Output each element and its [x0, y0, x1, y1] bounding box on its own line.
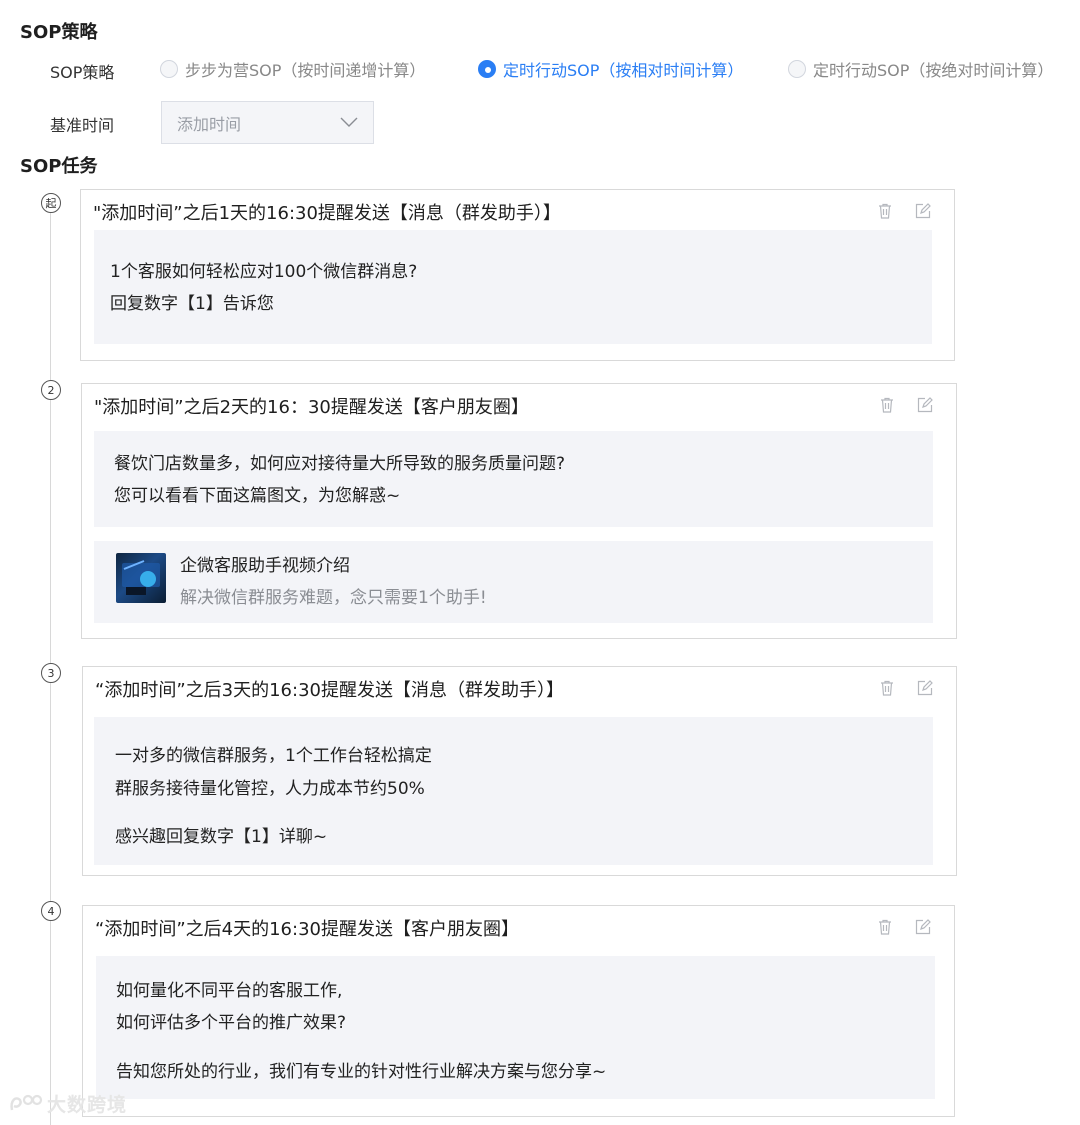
link-title: 企微客服助手视频介绍	[180, 556, 350, 576]
strategy-option-absolute[interactable]: 定时行动SOP（按绝对时间计算）	[788, 57, 1053, 81]
link-card[interactable]: 企微客服助手视频介绍 解决微信群服务难题，念只需要1个助手!	[94, 541, 933, 623]
message-box: 1个客服如何轻松应对100个微信群消息? 回复数字【1】告诉您	[94, 230, 932, 344]
task-card: “添加时间”之后4天的16:30提醒发送【客户朋友圈】 如何量化不同平台的客服工…	[82, 905, 955, 1117]
strategy-label: SOP策略	[50, 63, 115, 82]
message-box: 一对多的微信群服务，1个工作台轻松搞定 群服务接待量化管控，人力成本节约50% …	[94, 717, 933, 865]
step-number: 3	[41, 663, 61, 683]
radio-checked-icon[interactable]	[478, 60, 496, 78]
strategy-option-incremental[interactable]: 步步为营SOP（按时间递增计算）	[160, 57, 425, 81]
task-card: "添加时间”之后2天的16：30提醒发送【客户朋友圈】 餐饮门店数量多，如何应对…	[81, 383, 957, 639]
strategy-option-relative[interactable]: 定时行动SOP（按相对时间计算）	[478, 57, 743, 81]
watermark-text: 大数跨境	[47, 1094, 128, 1116]
edit-icon[interactable]	[914, 202, 932, 220]
base-time-value: 添加时间	[177, 114, 242, 134]
trash-icon[interactable]	[876, 202, 894, 220]
edit-icon[interactable]	[916, 396, 934, 414]
task-title: "添加时间”之后1天的16:30提醒发送【消息（群发助手）】	[93, 203, 561, 224]
link-description: 解决微信群服务难题，念只需要1个助手!	[180, 588, 487, 608]
trash-icon[interactable]	[876, 918, 894, 936]
step-number: 4	[41, 901, 61, 921]
strategy-option-label: 定时行动SOP（按相对时间计算）	[503, 61, 744, 80]
tasks-section-title: SOP任务	[20, 156, 98, 177]
trash-icon[interactable]	[878, 679, 896, 697]
radio-icon[interactable]	[788, 60, 806, 78]
radio-icon[interactable]	[160, 60, 178, 78]
strategy-section-title: SOP策略	[20, 22, 98, 43]
message-line: 餐饮门店数量多，如何应对接待量大所导致的服务质量问题?	[114, 454, 566, 474]
trash-icon[interactable]	[878, 396, 896, 414]
message-line: 如何评估多个平台的推广效果?	[116, 1013, 347, 1033]
message-box: 餐饮门店数量多，如何应对接待量大所导致的服务质量问题? 您可以看看下面这篇图文，…	[94, 431, 933, 527]
task-title: “添加时间”之后4天的16:30提醒发送【客户朋友圈】	[95, 919, 519, 940]
task-title: “添加时间”之后3天的16:30提醒发送【消息（群发助手）】	[95, 680, 564, 701]
message-line: 一对多的微信群服务，1个工作台轻松搞定	[115, 746, 432, 766]
base-time-label: 基准时间	[50, 116, 115, 135]
link-thumbnail-image	[116, 553, 166, 603]
step-number: 2	[41, 380, 61, 400]
base-time-select[interactable]: 添加时间	[161, 101, 374, 144]
watermark-logo-icon	[10, 1094, 43, 1110]
task-card: "添加时间”之后1天的16:30提醒发送【消息（群发助手）】 1个客服如何轻松应…	[80, 189, 955, 361]
step-number: 起	[41, 193, 61, 213]
strategy-option-label: 定时行动SOP（按绝对时间计算）	[813, 61, 1054, 80]
edit-icon[interactable]	[916, 679, 934, 697]
message-line: 回复数字【1】告诉您	[110, 294, 274, 314]
message-box: 如何量化不同平台的客服工作, 如何评估多个平台的推广效果? 告知您所处的行业，我…	[96, 956, 935, 1099]
message-line: 群服务接待量化管控，人力成本节约50%	[115, 779, 425, 799]
task-title: "添加时间”之后2天的16：30提醒发送【客户朋友圈】	[94, 397, 529, 418]
task-card: “添加时间”之后3天的16:30提醒发送【消息（群发助手）】 一对多的微信群服务…	[82, 666, 957, 876]
edit-icon[interactable]	[914, 918, 932, 936]
message-line: 告知您所处的行业，我们有专业的针对性行业解决方案与您分享~	[116, 1062, 607, 1082]
strategy-option-label: 步步为营SOP（按时间递增计算）	[185, 61, 426, 80]
watermark: 大数跨境	[8, 1090, 127, 1117]
chevron-down-icon	[340, 117, 358, 127]
message-line: 如何量化不同平台的客服工作,	[116, 981, 343, 1001]
message-line: 1个客服如何轻松应对100个微信群消息?	[110, 262, 418, 282]
message-line: 感兴趣回复数字【1】详聊~	[115, 827, 328, 847]
message-line: 您可以看看下面这篇图文，为您解惑~	[114, 486, 401, 506]
